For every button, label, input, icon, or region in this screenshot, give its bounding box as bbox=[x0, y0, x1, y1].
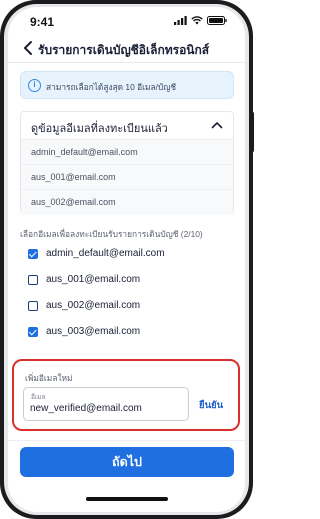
registered-email: admin_default@email.com bbox=[31, 147, 138, 157]
registered-email-row: admin_default@email.com bbox=[21, 139, 233, 164]
confirm-button[interactable]: ยืนยัน bbox=[199, 398, 223, 413]
chevron-up-icon[interactable] bbox=[211, 120, 223, 130]
registered-emails-panel: ดูข้อมูลอีเมลที่ลงทะเบียนแล้ว admin_defa… bbox=[20, 111, 234, 215]
footer-divider bbox=[8, 440, 245, 441]
email-option-label: admin_default@email.com bbox=[46, 248, 165, 259]
email-option-label: aus_001@email.com bbox=[46, 274, 141, 285]
info-banner-text: สามารถเลือกได้สูงสุด 10 อีเมล/บัญชี bbox=[46, 82, 177, 92]
registered-email: aus_001@email.com bbox=[31, 172, 116, 182]
new-email-input[interactable] bbox=[30, 403, 182, 414]
email-option-label: aus_003@email.com bbox=[46, 326, 141, 337]
registered-email-row: aus_001@email.com bbox=[21, 164, 233, 189]
home-indicator bbox=[86, 497, 168, 501]
email-option[interactable]: admin_default@email.com bbox=[28, 246, 228, 264]
status-bar: 9:41 bbox=[8, 7, 245, 35]
wifi-icon bbox=[191, 16, 203, 25]
side-button bbox=[0, 132, 2, 158]
phone-frame: 9:41 รับรายการเดินบัญชีอิเล็กทรอนิกส์ i … bbox=[0, 0, 254, 519]
app-screen: 9:41 รับรายการเดินบัญชีอิเล็กทรอนิกส์ i … bbox=[8, 7, 245, 512]
email-option[interactable]: aus_002@email.com bbox=[28, 298, 228, 316]
email-option-label: aus_002@email.com bbox=[46, 300, 141, 311]
registered-email-row: aus_002@email.com bbox=[21, 189, 233, 215]
back-arrow-icon[interactable] bbox=[22, 40, 36, 56]
registered-emails-title: ดูข้อมูลอีเมลที่ลงทะเบียนแล้ว bbox=[31, 123, 168, 135]
side-button bbox=[251, 112, 254, 152]
new-email-field[interactable]: อีเมล bbox=[23, 387, 189, 421]
checkbox-unchecked[interactable] bbox=[28, 275, 38, 285]
info-banner: i สามารถเลือกได้สูงสุด 10 อีเมล/บัญชี bbox=[20, 71, 234, 99]
email-field-label: อีเมล bbox=[31, 394, 46, 401]
checkbox-unchecked[interactable] bbox=[28, 301, 38, 311]
battery-icon bbox=[207, 16, 227, 25]
registered-emails-toggle[interactable]: ดูข้อมูลอีเมลที่ลงทะเบียนแล้ว bbox=[21, 112, 233, 139]
side-button bbox=[0, 96, 2, 122]
add-email-label: เพิ่มอีเมลใหม่ bbox=[25, 373, 73, 383]
add-email-section: เพิ่มอีเมลใหม่ อีเมล ยืนยัน bbox=[12, 359, 240, 431]
email-option[interactable]: aus_003@email.com bbox=[28, 324, 228, 342]
page-title: รับรายการเดินบัญชีอิเล็กทรอนิกส์ bbox=[38, 43, 210, 57]
page-header: รับรายการเดินบัญชีอิเล็กทรอนิกส์ bbox=[8, 37, 245, 63]
checkbox-checked[interactable] bbox=[28, 249, 38, 259]
info-icon: i bbox=[28, 79, 41, 92]
signal-icon bbox=[174, 16, 187, 25]
selection-label: เลือกอีเมลเพื่อลงทะเบียนรับรายการเดินบัญ… bbox=[20, 229, 203, 239]
registered-email: aus_002@email.com bbox=[31, 197, 116, 207]
status-time: 9:41 bbox=[30, 15, 55, 29]
checkbox-checked[interactable] bbox=[28, 327, 38, 337]
status-icons bbox=[174, 16, 227, 25]
email-option[interactable]: aus_001@email.com bbox=[28, 272, 228, 290]
next-button[interactable]: ถัดไป bbox=[20, 447, 234, 477]
